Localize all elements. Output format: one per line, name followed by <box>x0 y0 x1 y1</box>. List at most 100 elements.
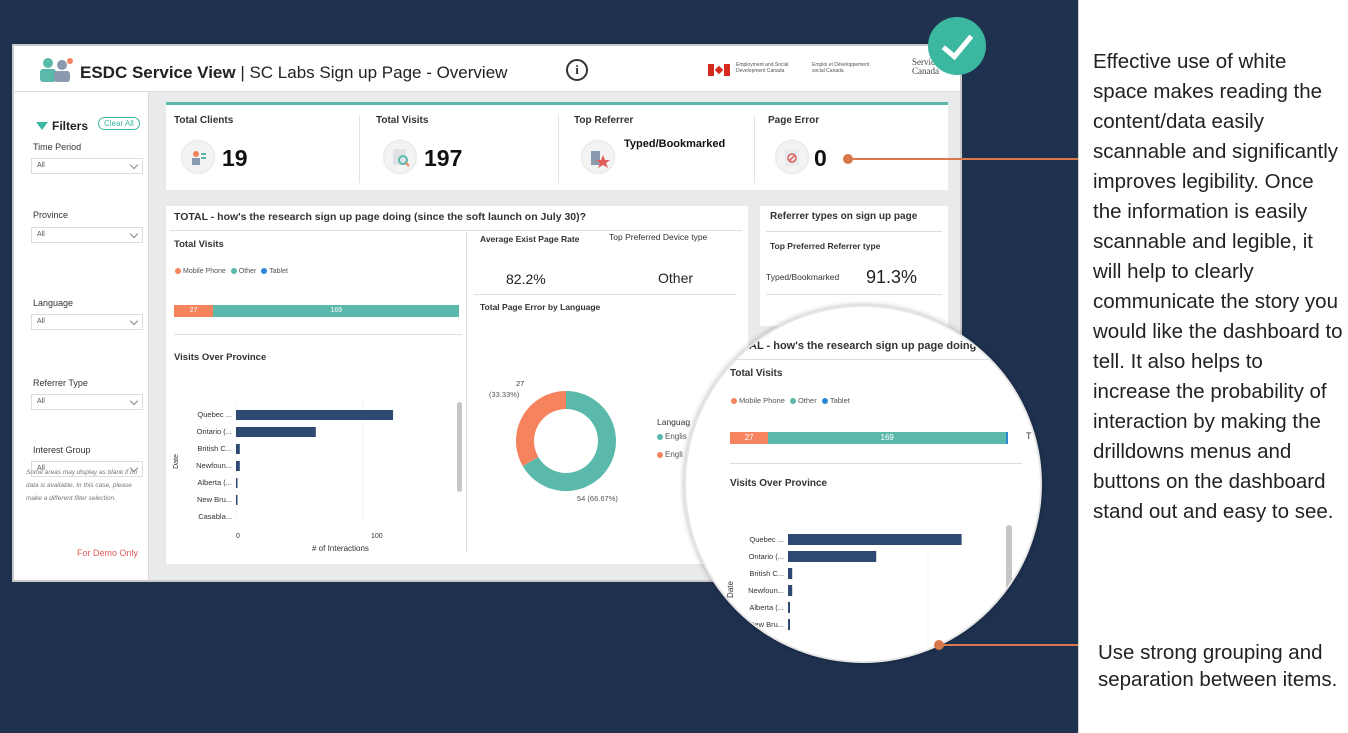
filter-select-referrer-type[interactable]: All <box>31 394 143 410</box>
kpi-label: Total Visits <box>376 115 429 126</box>
donut-label-a-pct: (33.33%) <box>489 390 520 399</box>
mag-total-visits: Total Visits <box>730 368 783 379</box>
divider <box>730 463 1022 464</box>
y-tick-label: Alberta (... <box>197 478 232 487</box>
mag-province-bar <box>788 619 790 630</box>
language-legend-title: Languag <box>657 417 691 427</box>
total-visits-title: Total Visits <box>174 239 224 250</box>
filter-select-province[interactable]: All <box>31 227 143 243</box>
notes-panel: Effective use of white space makes readi… <box>1078 0 1348 733</box>
y-tick-label: Ontario (... <box>197 427 232 436</box>
language-legend-item: Englis <box>654 432 687 441</box>
referrer-sub: Top Preferred Referrer type <box>770 241 881 251</box>
demo-only-tag: For Demo Only <box>74 546 142 560</box>
donut-label-b: 54 (66.67%) <box>577 494 618 503</box>
kpi-total-visits: Total Visits 197 <box>368 105 558 191</box>
divider <box>170 230 742 231</box>
mag-y-tick-label: Ontario (... <box>749 552 784 561</box>
kpi-total-clients: Total Clients 19 <box>166 105 356 191</box>
callout-line-whitespace <box>848 158 1078 160</box>
device-stacked-bar[interactable]: 27 169 <box>174 305 459 317</box>
mag-province-bar <box>788 602 790 613</box>
referrer-icon <box>582 141 614 173</box>
province-bar[interactable] <box>236 410 394 420</box>
divider <box>726 359 1026 360</box>
info-icon[interactable]: i <box>566 59 588 81</box>
y-tick-label: Casabla... <box>198 512 232 521</box>
kpi-value: Typed/Bookmarked <box>624 138 726 150</box>
chart-scrollbar[interactable] <box>457 402 462 492</box>
x-tick-100: 100 <box>371 533 383 540</box>
note-grouping: Use strong grouping and separation betwe… <box>1098 641 1338 691</box>
overview-panel: TOTAL - how's the research sign up page … <box>166 206 748 564</box>
filter-label-province: Province <box>33 210 69 220</box>
province-bar[interactable] <box>236 427 316 437</box>
mag-title: AL - how's the research sign up page doi… <box>749 340 984 352</box>
x-axis-title: # of Interactions <box>312 544 369 553</box>
mag-segment-other: 169 <box>768 432 1007 444</box>
app-title: ESDC Service View | SC Labs Sign up Page… <box>80 63 508 82</box>
kpi-label: Page Error <box>768 115 820 126</box>
segment-mobile: 27 <box>174 305 214 317</box>
avg-exit-value: 82.2% <box>506 271 546 287</box>
province-bar[interactable] <box>236 495 238 505</box>
y-tick-label: Quebec ... <box>197 410 232 419</box>
x-tick-0: 0 <box>236 533 240 540</box>
y-tick-label: British C... <box>197 444 232 453</box>
donut-slice[interactable] <box>516 391 566 466</box>
canada-flag-icon <box>708 64 730 76</box>
filter-select-time-period[interactable]: All <box>31 158 143 174</box>
legend-mobile: Mobile Phone <box>183 268 226 275</box>
mag-province-bar <box>788 568 793 579</box>
kpi-strip: Total Clients 19 Total Visits 197 Top Re… <box>166 102 948 190</box>
mag-province-bar <box>788 551 877 562</box>
clients-icon <box>182 141 214 173</box>
filter-select-language[interactable]: All <box>31 314 143 330</box>
referrer-value: 91.3% <box>866 267 918 287</box>
divider <box>474 294 736 295</box>
divider <box>766 231 942 232</box>
people-logo-icon <box>40 58 73 82</box>
referrer-title: Referrer types on sign up page <box>770 211 918 222</box>
kpi-value: 197 <box>424 145 463 171</box>
province-bar[interactable] <box>236 444 240 454</box>
divider <box>466 232 467 552</box>
kpi-top-referrer: Top Referrer Typed/Bookmarked <box>566 105 756 191</box>
kpi-divider <box>558 115 559 183</box>
mag-scrollbar <box>1006 525 1012 635</box>
divider <box>766 294 942 295</box>
visits-province-title: Visits Over Province <box>174 352 267 363</box>
slide-background: ESDC Service View | SC Labs Sign up Page… <box>0 0 1078 733</box>
filter-label-interest-group: Interest Group <box>33 445 91 455</box>
mag-province-bar <box>788 585 793 596</box>
visits-icon <box>384 141 416 173</box>
overview-title: TOTAL - how's the research sign up page … <box>174 211 587 223</box>
filter-label-referrer-type: Referrer Type <box>33 378 88 388</box>
kpi-divider <box>754 115 755 183</box>
mag-y-tick-label: New Bru... <box>749 620 784 629</box>
callout-line-grouping <box>940 644 1078 646</box>
kpi-label: Top Referrer <box>574 115 634 126</box>
kpi-label: Total Clients <box>174 115 234 126</box>
province-bar[interactable] <box>236 478 238 488</box>
province-bar-chart[interactable]: Quebec ... Ontario (... British C... Newfou… <box>186 402 456 522</box>
mag-y-tick-label: Quebec ... <box>749 535 784 544</box>
y-axis-title: Date <box>172 454 180 469</box>
filters-note: Some areas may display as blank if no da… <box>26 469 138 502</box>
device-legend: Mobile Phone Other Tablet <box>172 268 288 275</box>
province-bar[interactable] <box>236 461 240 471</box>
mag-segment-tablet <box>1006 432 1008 444</box>
kpi-page-error: Page Error 0 <box>760 105 948 191</box>
mag-province-chart: Quebec ... Ontario (... British C... Newfou… <box>748 527 962 661</box>
dept-name-fr: Emploi et Développement social Canada <box>812 62 870 74</box>
divider <box>174 334 462 335</box>
filter-funnel-icon <box>36 122 48 130</box>
checkmark-badge-icon <box>928 17 986 75</box>
callout-dot-grouping <box>934 640 944 650</box>
clear-all-button[interactable]: Clear All <box>98 117 140 130</box>
error-icon <box>776 141 808 173</box>
top-device-label: Top Preferred Device type <box>609 232 708 242</box>
mag-segment-mobile: 27 <box>730 432 769 444</box>
language-donut-chart[interactable] <box>506 381 626 501</box>
mag-province-title: Visits Over Province <box>730 478 828 489</box>
